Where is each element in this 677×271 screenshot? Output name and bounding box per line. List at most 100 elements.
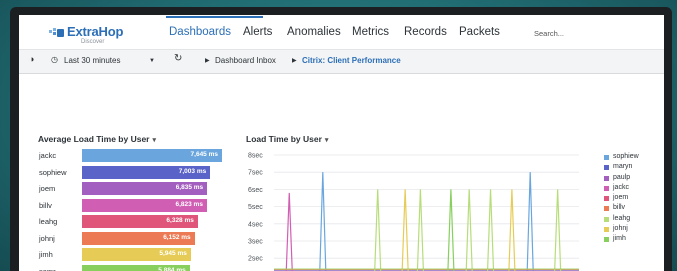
series-spike[interactable] — [374, 189, 382, 271]
series-spike[interactable] — [447, 189, 455, 271]
clock-icon: ◷ — [51, 55, 58, 64]
legend-item[interactable]: leahg — [604, 215, 664, 225]
y-tick-label: 5sec — [248, 204, 263, 211]
line-chart-legend: sophiew maryn paulp jackc joem billv leahg john… — [604, 153, 664, 246]
breadcrumb-arrow-icon: ▶ — [292, 58, 297, 64]
bar-value-label: 5,884 ms — [158, 266, 186, 271]
line-chart-title-text: Load Time by User — [246, 134, 322, 144]
y-tick-label: 7sec — [248, 170, 263, 177]
bar[interactable]: 5,945 ms — [82, 248, 191, 261]
legend-item[interactable]: sophiew — [604, 153, 664, 163]
bar[interactable]: 7,645 ms — [82, 149, 222, 162]
legend-label: sophiew — [613, 153, 639, 160]
bar-row[interactable]: joem 6,835 ms — [39, 182, 229, 195]
series-spike[interactable] — [508, 189, 516, 271]
bar-row[interactable]: jackc 7,645 ms — [39, 149, 229, 162]
y-tick-label: 3sec — [248, 239, 263, 246]
chevron-down-icon: ▾ — [152, 137, 157, 144]
legend-label: joem — [613, 194, 629, 202]
top-navigation-bar: ExtraHop Discover Dashboards Alerts Anom… — [19, 15, 664, 50]
legend-label: jimh — [613, 235, 626, 243]
search-input[interactable] — [527, 22, 664, 44]
series-spike[interactable] — [554, 189, 562, 271]
bar-value-label: 6,823 ms — [175, 200, 203, 208]
bar[interactable]: 6,152 ms — [82, 231, 195, 245]
bar-user-label: samr — [39, 266, 56, 271]
breadcrumb-dashboard-inbox[interactable]: Dashboard Inbox — [215, 56, 276, 65]
nav-records[interactable]: Records — [404, 26, 447, 38]
legend-item[interactable]: billv — [604, 204, 664, 214]
nav-metrics[interactable]: Metrics — [352, 26, 389, 38]
app-window: ExtraHop Discover Dashboards Alerts Anom… — [19, 15, 664, 271]
refresh-icon[interactable]: ↻ — [174, 54, 182, 64]
bar-value-label: 7,003 ms — [178, 167, 207, 175]
sidebar-toggle-icon[interactable]: ◑ — [29, 55, 34, 64]
bar-user-label: jimh — [39, 250, 53, 259]
bar-row[interactable]: samr 5,884 ms — [39, 264, 229, 271]
bar-value-label: 7,645 ms — [190, 151, 218, 158]
time-range-dropdown-icon[interactable]: ▼ — [149, 58, 155, 64]
bar-value-label: 6,152 ms — [163, 233, 191, 241]
legend-swatch — [604, 206, 609, 212]
legend-item[interactable]: jimh — [604, 235, 664, 245]
legend-item[interactable]: maryn — [604, 163, 664, 173]
dashboard-toolbar: ◑ ◷ Last 30 minutes ▼ ↻ ▶ Dashboard Inbo… — [19, 50, 664, 74]
bar-value-label: 5,945 ms — [159, 250, 187, 257]
series-spike[interactable] — [319, 172, 327, 271]
logo-icon — [49, 28, 64, 37]
bar-value-label: 6,328 ms — [166, 217, 194, 224]
bar-row[interactable]: johnj 6,152 ms — [39, 231, 229, 245]
bar-row[interactable]: billv 6,823 ms — [39, 198, 229, 212]
series-spike[interactable] — [465, 189, 473, 271]
bar-user-label: jackc — [39, 151, 57, 160]
legend-swatch — [604, 216, 609, 222]
bar-row[interactable]: sophiew 7,003 ms — [39, 165, 229, 179]
legend-swatch — [604, 155, 609, 160]
legend-swatch — [604, 227, 609, 233]
series-spike[interactable] — [416, 189, 424, 271]
logo-name: ExtraHop — [67, 24, 124, 39]
series-spike[interactable] — [526, 172, 534, 271]
legend-item[interactable]: joem — [604, 194, 664, 204]
legend-swatch — [604, 175, 609, 181]
nav-alerts[interactable]: Alerts — [243, 26, 272, 38]
y-tick-label: 6sec — [248, 187, 263, 194]
bar-user-label: johnj — [39, 233, 55, 243]
line-chart-title[interactable]: Load Time by User ▾ — [246, 134, 328, 144]
y-tick-label: 2sec — [248, 256, 263, 263]
chevron-down-icon: ▾ — [324, 137, 329, 144]
legend-swatch — [604, 185, 609, 191]
bar[interactable]: 7,003 ms — [82, 165, 211, 179]
legend-label: paulp — [613, 173, 631, 181]
legend-label: maryn — [613, 163, 633, 171]
bar-user-label: sophiew — [39, 167, 67, 177]
bar-row[interactable]: jimh 5,945 ms — [39, 248, 229, 261]
bar-user-label: joem — [39, 184, 56, 193]
bar[interactable]: 6,835 ms — [82, 182, 208, 195]
bar-user-label: billv — [39, 200, 52, 210]
series-spike[interactable] — [285, 192, 293, 271]
bar-row[interactable]: leahg 6,328 ms — [39, 215, 229, 228]
legend-swatch — [604, 237, 609, 243]
active-nav-indicator — [166, 16, 263, 18]
series-spike[interactable] — [486, 189, 495, 271]
breadcrumb-current-dashboard[interactable]: Citrix: Client Performance — [302, 56, 401, 65]
legend-label: billv — [613, 204, 626, 212]
nav-dashboards[interactable]: Dashboards — [169, 26, 231, 38]
legend-item[interactable]: jackc — [604, 184, 664, 194]
line-chart: 8sec 7sec 6sec 5sec 4sec 3sec 2sec — [248, 153, 579, 271]
nav-packets[interactable]: Packets — [459, 26, 500, 38]
y-tick-label: 4sec — [248, 221, 263, 228]
nav-anomalies[interactable]: Anomalies — [287, 26, 341, 38]
bar[interactable]: 6,328 ms — [82, 215, 198, 228]
time-range-selector[interactable]: Last 30 minutes — [64, 56, 120, 65]
legend-swatch — [604, 165, 609, 171]
legend-item[interactable]: johnj — [604, 225, 664, 235]
series-spike[interactable] — [401, 189, 409, 271]
y-tick-label: 8sec — [248, 153, 263, 160]
bar-chart-title[interactable]: Average Load Time by User ▾ — [38, 134, 156, 144]
bar[interactable]: 5,884 ms — [82, 264, 190, 271]
bar[interactable]: 6,823 ms — [82, 198, 207, 212]
legend-swatch — [604, 196, 609, 202]
legend-item[interactable]: paulp — [604, 174, 664, 184]
